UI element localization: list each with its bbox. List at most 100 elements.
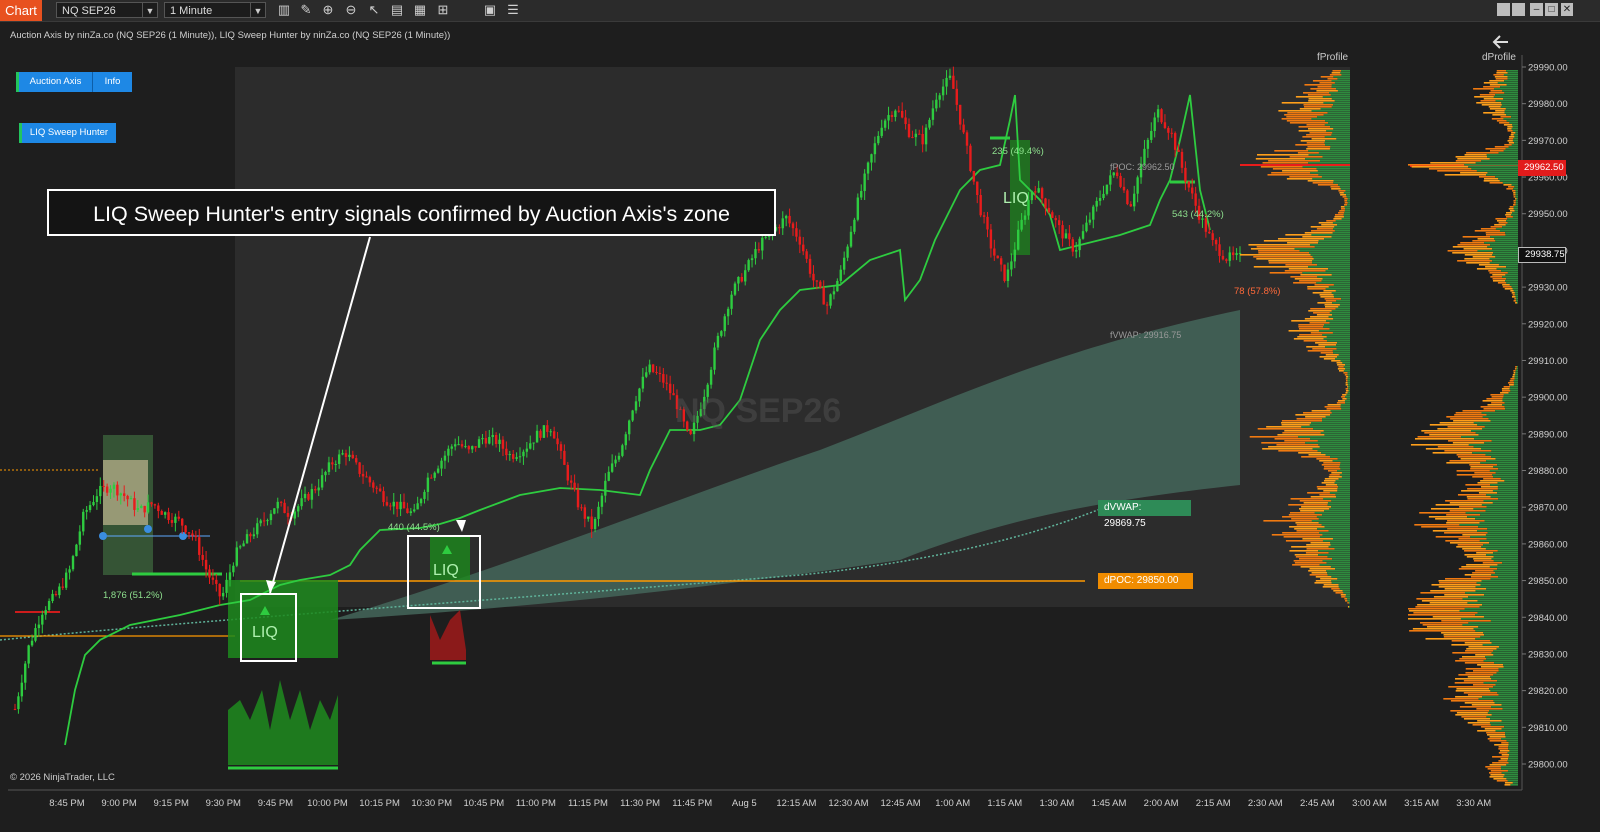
- profile-bar: [1476, 552, 1494, 554]
- profile-bar: [1310, 332, 1333, 334]
- profile-bar: [1331, 506, 1350, 508]
- candle-body: [348, 454, 351, 457]
- profile-bar: [1501, 704, 1518, 706]
- profile-bar: [1318, 522, 1350, 524]
- profile-bar: [1514, 368, 1517, 370]
- profile-bar: [1331, 412, 1350, 414]
- candle-body: [143, 505, 146, 513]
- profile-bar: [1455, 678, 1492, 680]
- profile-bar: [1299, 108, 1321, 110]
- candle-body: [1170, 132, 1173, 134]
- auction-zone-1: [228, 580, 338, 658]
- candle-body: [1092, 206, 1095, 220]
- profile-bar: [1468, 166, 1518, 168]
- back-arrow-icon[interactable]: [1492, 35, 1508, 49]
- profile-bar: [1408, 610, 1460, 612]
- profile-bar: [1486, 506, 1518, 508]
- profile-bar: [1422, 624, 1463, 626]
- profile-bar: [1489, 182, 1503, 184]
- profile-bar: [1492, 490, 1518, 492]
- x-tick-label: 10:00 PM: [307, 798, 348, 809]
- profile-bar: [1307, 492, 1330, 494]
- profile-bar: [1511, 116, 1518, 118]
- candle-body: [860, 191, 863, 198]
- profile-bar: [1481, 726, 1505, 728]
- profile-bar: [1317, 264, 1350, 266]
- profile-bar: [1336, 88, 1350, 90]
- profile-bar: [1342, 362, 1350, 364]
- price-chart[interactable]: 29990.0029980.0029970.0029960.0029950.00…: [0, 0, 1600, 832]
- profile-bar: [1505, 108, 1518, 110]
- profile-bar: [1321, 524, 1350, 526]
- profile-bar: [1497, 464, 1518, 466]
- profile-bar: [1324, 510, 1350, 512]
- profile-bar: [1461, 436, 1518, 438]
- profile-bar: [1495, 100, 1518, 102]
- profile-bar: [1316, 168, 1350, 170]
- profile-bar: [1512, 130, 1518, 132]
- profile-bar: [1487, 532, 1518, 534]
- candle-body: [952, 75, 955, 89]
- profile-bar: [1335, 592, 1344, 594]
- candle-body: [709, 369, 713, 385]
- profile-bar: [1331, 98, 1350, 100]
- candle-body: [1085, 222, 1088, 232]
- profile-bar: [1348, 376, 1350, 378]
- profile-bar: [1459, 610, 1518, 612]
- liq-sweep-hunter-button[interactable]: LIQ Sweep Hunter: [19, 123, 116, 143]
- info-button[interactable]: Info: [92, 72, 132, 92]
- profile-bar: [1501, 104, 1518, 106]
- y-tick-label: 29980.00: [1528, 99, 1568, 110]
- profile-bar: [1495, 572, 1518, 574]
- profile-bar: [1478, 176, 1496, 178]
- profile-bar: [1324, 434, 1350, 436]
- profile-bar: [1302, 236, 1332, 238]
- candle-body: [481, 438, 484, 440]
- profile-bar: [1340, 72, 1350, 74]
- profile-bar: [1515, 366, 1517, 368]
- profile-bar: [1489, 740, 1507, 742]
- candle-body: [750, 258, 754, 261]
- profile-bar: [1482, 696, 1518, 698]
- profile-bar: [1464, 258, 1490, 260]
- profile-bar: [1498, 222, 1508, 224]
- profile-bar: [1450, 710, 1490, 712]
- candle-body: [447, 448, 450, 456]
- profile-bar: [1505, 216, 1513, 218]
- profile-bar: [1321, 420, 1350, 422]
- profile-bar: [1506, 282, 1518, 284]
- profile-bar: [1305, 442, 1350, 444]
- profile-bar: [1504, 80, 1518, 82]
- profile-bar: [1306, 544, 1331, 546]
- y-tick-label: 29800.00: [1528, 760, 1568, 771]
- profile-bar: [1502, 404, 1518, 406]
- profile-bar: [1485, 766, 1501, 768]
- profile-bar: [1337, 342, 1350, 344]
- candle-body: [187, 532, 191, 534]
- profile-bar: [1311, 118, 1350, 120]
- profile-bar: [1269, 272, 1303, 274]
- profile-bar: [1451, 640, 1490, 642]
- profile-bar: [1504, 402, 1518, 404]
- auction-axis-button[interactable]: Auction Axis: [16, 72, 92, 92]
- profile-bar: [1343, 370, 1350, 372]
- candle-body: [307, 493, 310, 500]
- y-tick-label: 29990.00: [1528, 63, 1568, 74]
- profile-bar: [1316, 282, 1350, 284]
- profile-bar: [1502, 284, 1510, 286]
- profile-bar: [1309, 322, 1330, 324]
- profile-bar: [1506, 70, 1518, 72]
- profile-bar: [1483, 632, 1518, 634]
- profile-bar: [1514, 294, 1518, 296]
- profile-bar: [1501, 768, 1518, 770]
- x-tick-label: 9:30 PM: [206, 798, 241, 809]
- profile-bar: [1489, 710, 1518, 712]
- profile-bar: [1485, 534, 1518, 536]
- profile-bar: [1513, 290, 1518, 292]
- profile-bar: [1461, 716, 1487, 718]
- profile-bar: [1484, 594, 1518, 596]
- profile-bar: [1325, 454, 1350, 456]
- profile-bar: [1499, 230, 1518, 232]
- candle-body: [406, 508, 409, 514]
- profile-bar: [1509, 388, 1518, 390]
